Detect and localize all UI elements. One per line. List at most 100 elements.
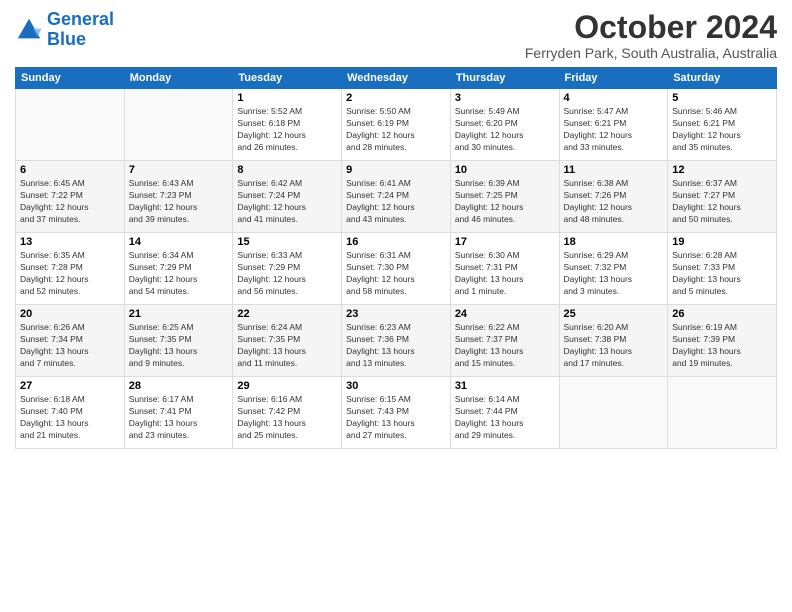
table-row: 7 Sunrise: 6:43 AMSunset: 7:23 PMDaylight…	[124, 161, 233, 233]
day-number: 7	[129, 164, 229, 176]
location-subtitle: Ferryden Park, South Australia, Australi…	[525, 45, 777, 61]
table-row: 2 Sunrise: 5:50 AMSunset: 6:19 PMDaylight…	[342, 89, 451, 161]
day-info: Sunrise: 6:17 AMSunset: 7:41 PMDaylight:…	[129, 394, 229, 442]
day-number: 12	[672, 164, 772, 176]
calendar-table: Sunday Monday Tuesday Wednesday Thursday…	[15, 67, 777, 449]
day-number: 17	[455, 236, 555, 248]
day-number: 3	[455, 92, 555, 104]
day-info: Sunrise: 6:26 AMSunset: 7:34 PMDaylight:…	[20, 322, 120, 370]
table-row: 15 Sunrise: 6:33 AMSunset: 7:29 PMDayligh…	[233, 233, 342, 305]
table-row	[124, 89, 233, 161]
day-info: Sunrise: 6:22 AMSunset: 7:37 PMDaylight:…	[455, 322, 555, 370]
day-number: 15	[237, 236, 337, 248]
day-number: 25	[564, 308, 664, 320]
table-row: 28Sunrise: 6:17 AMSunset: 7:41 PMDayligh…	[124, 377, 233, 449]
calendar-header-row: Sunday Monday Tuesday Wednesday Thursday…	[16, 68, 777, 89]
table-row: 31Sunrise: 6:14 AMSunset: 7:44 PMDayligh…	[450, 377, 559, 449]
title-area: October 2024 Ferryden Park, South Austra…	[525, 10, 777, 61]
day-info: Sunrise: 6:39 AMSunset: 7:25 PMDaylight:…	[455, 178, 555, 226]
table-row: 27 Sunrise: 6:18 AMSunset: 7:40 PMDayligh…	[16, 377, 125, 449]
table-row: 25 Sunrise: 6:20 AMSunset: 7:38 PMDayligh…	[559, 305, 668, 377]
header-monday: Monday	[124, 68, 233, 89]
table-row	[668, 377, 777, 449]
month-title: October 2024	[525, 10, 777, 45]
calendar-week-row: 1 Sunrise: 5:52 AMSunset: 6:18 PMDaylight…	[16, 89, 777, 161]
table-row: 26Sunrise: 6:19 AMSunset: 7:39 PMDayligh…	[668, 305, 777, 377]
table-row: 21 Sunrise: 6:25 AMSunset: 7:35 PMDayligh…	[124, 305, 233, 377]
header-sunday: Sunday	[16, 68, 125, 89]
table-row: 1 Sunrise: 5:52 AMSunset: 6:18 PMDaylight…	[233, 89, 342, 161]
table-row: 19Sunrise: 6:28 AMSunset: 7:33 PMDayligh…	[668, 233, 777, 305]
day-info: Sunrise: 6:31 AMSunset: 7:30 PMDaylight:…	[346, 250, 446, 298]
table-row: 29 Sunrise: 6:16 AMSunset: 7:42 PMDayligh…	[233, 377, 342, 449]
day-number: 14	[129, 236, 229, 248]
day-number: 18	[564, 236, 664, 248]
day-number: 2	[346, 92, 446, 104]
table-row: 30Sunrise: 6:15 AMSunset: 7:43 PMDayligh…	[342, 377, 451, 449]
header-saturday: Saturday	[668, 68, 777, 89]
table-row	[16, 89, 125, 161]
day-number: 21	[129, 308, 229, 320]
table-row: 18 Sunrise: 6:29 AMSunset: 7:32 PMDayligh…	[559, 233, 668, 305]
day-info: Sunrise: 5:46 AMSunset: 6:21 PMDaylight:…	[672, 106, 772, 154]
table-row: 6 Sunrise: 6:45 AMSunset: 7:22 PMDaylight…	[16, 161, 125, 233]
table-row: 16 Sunrise: 6:31 AMSunset: 7:30 PMDayligh…	[342, 233, 451, 305]
logo-icon	[15, 16, 43, 44]
table-row: 5 Sunrise: 5:46 AMSunset: 6:21 PMDaylight…	[668, 89, 777, 161]
day-info: Sunrise: 6:30 AMSunset: 7:31 PMDaylight:…	[455, 250, 555, 298]
day-number: 10	[455, 164, 555, 176]
day-info: Sunrise: 5:52 AMSunset: 6:18 PMDaylight:…	[237, 106, 337, 154]
day-number: 27	[20, 380, 120, 392]
day-info: Sunrise: 5:47 AMSunset: 6:21 PMDaylight:…	[564, 106, 664, 154]
day-info: Sunrise: 6:35 AMSunset: 7:28 PMDaylight:…	[20, 250, 120, 298]
day-info: Sunrise: 5:50 AMSunset: 6:19 PMDaylight:…	[346, 106, 446, 154]
calendar-week-row: 20 Sunrise: 6:26 AMSunset: 7:34 PMDayligh…	[16, 305, 777, 377]
day-number: 6	[20, 164, 120, 176]
header-tuesday: Tuesday	[233, 68, 342, 89]
table-row: 23Sunrise: 6:23 AMSunset: 7:36 PMDayligh…	[342, 305, 451, 377]
day-number: 4	[564, 92, 664, 104]
table-row: 20 Sunrise: 6:26 AMSunset: 7:34 PMDayligh…	[16, 305, 125, 377]
calendar-week-row: 6 Sunrise: 6:45 AMSunset: 7:22 PMDaylight…	[16, 161, 777, 233]
table-row: 9Sunrise: 6:41 AMSunset: 7:24 PMDaylight…	[342, 161, 451, 233]
day-number: 29	[237, 380, 337, 392]
day-number: 22	[237, 308, 337, 320]
day-info: Sunrise: 6:37 AMSunset: 7:27 PMDaylight:…	[672, 178, 772, 226]
day-info: Sunrise: 6:15 AMSunset: 7:43 PMDaylight:…	[346, 394, 446, 442]
day-info: Sunrise: 6:43 AMSunset: 7:23 PMDaylight:…	[129, 178, 229, 226]
logo: General Blue	[15, 10, 114, 50]
table-row: 3 Sunrise: 5:49 AMSunset: 6:20 PMDaylight…	[450, 89, 559, 161]
day-number: 16	[346, 236, 446, 248]
day-info: Sunrise: 5:49 AMSunset: 6:20 PMDaylight:…	[455, 106, 555, 154]
day-info: Sunrise: 6:16 AMSunset: 7:42 PMDaylight:…	[237, 394, 337, 442]
day-info: Sunrise: 6:25 AMSunset: 7:35 PMDaylight:…	[129, 322, 229, 370]
calendar-week-row: 27 Sunrise: 6:18 AMSunset: 7:40 PMDayligh…	[16, 377, 777, 449]
day-info: Sunrise: 6:45 AMSunset: 7:22 PMDaylight:…	[20, 178, 120, 226]
day-info: Sunrise: 6:24 AMSunset: 7:35 PMDaylight:…	[237, 322, 337, 370]
day-number: 19	[672, 236, 772, 248]
header: General Blue October 2024 Ferryden Park,…	[15, 10, 777, 61]
day-info: Sunrise: 6:14 AMSunset: 7:44 PMDaylight:…	[455, 394, 555, 442]
table-row: 11 Sunrise: 6:38 AMSunset: 7:26 PMDayligh…	[559, 161, 668, 233]
day-info: Sunrise: 6:41 AMSunset: 7:24 PMDaylight:…	[346, 178, 446, 226]
calendar-week-row: 13 Sunrise: 6:35 AMSunset: 7:28 PMDayligh…	[16, 233, 777, 305]
header-friday: Friday	[559, 68, 668, 89]
day-number: 20	[20, 308, 120, 320]
day-info: Sunrise: 6:20 AMSunset: 7:38 PMDaylight:…	[564, 322, 664, 370]
table-row	[559, 377, 668, 449]
day-info: Sunrise: 6:18 AMSunset: 7:40 PMDaylight:…	[20, 394, 120, 442]
day-info: Sunrise: 6:38 AMSunset: 7:26 PMDaylight:…	[564, 178, 664, 226]
day-number: 1	[237, 92, 337, 104]
day-number: 13	[20, 236, 120, 248]
day-info: Sunrise: 6:33 AMSunset: 7:29 PMDaylight:…	[237, 250, 337, 298]
header-wednesday: Wednesday	[342, 68, 451, 89]
table-row: 22 Sunrise: 6:24 AMSunset: 7:35 PMDayligh…	[233, 305, 342, 377]
day-number: 5	[672, 92, 772, 104]
day-number: 24	[455, 308, 555, 320]
table-row: 14Sunrise: 6:34 AMSunset: 7:29 PMDayligh…	[124, 233, 233, 305]
day-number: 11	[564, 164, 664, 176]
day-info: Sunrise: 6:19 AMSunset: 7:39 PMDaylight:…	[672, 322, 772, 370]
table-row: 8Sunrise: 6:42 AMSunset: 7:24 PMDaylight…	[233, 161, 342, 233]
table-row: 10 Sunrise: 6:39 AMSunset: 7:25 PMDayligh…	[450, 161, 559, 233]
day-info: Sunrise: 6:29 AMSunset: 7:32 PMDaylight:…	[564, 250, 664, 298]
